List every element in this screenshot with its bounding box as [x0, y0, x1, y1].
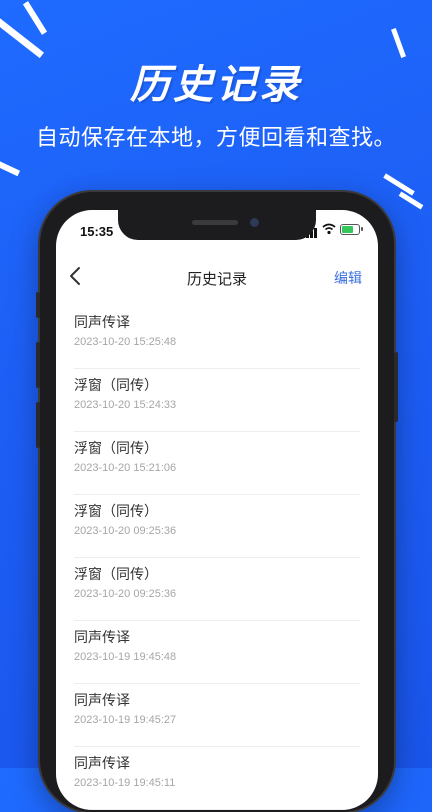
history-row[interactable]: 同声传译 2023-10-19 19:45:48	[74, 621, 360, 684]
record-time: 2023-10-19 19:45:27	[74, 714, 177, 726]
record-time: 2023-10-19 19:45:48	[74, 651, 177, 663]
history-row[interactable]: 浮窗（同传） 2023-10-20 09:25:36	[74, 495, 360, 558]
battery-charging-icon	[340, 224, 363, 235]
history-row[interactable]: 同声传译 2023-10-19 19:45:27	[74, 684, 360, 747]
speaker-grille	[192, 220, 238, 225]
record-title: 浮窗（同传）	[74, 504, 158, 520]
record-time: 2023-10-20 09:25:36	[74, 588, 177, 600]
decor-slash	[22, 1, 48, 35]
record-time: 2023-10-20 15:21:06	[74, 462, 177, 474]
phone-notch	[118, 210, 316, 240]
record-title: 浮窗（同传）	[74, 378, 158, 394]
record-time: 2023-10-20 15:25:48	[74, 336, 177, 348]
app-screen: 15:35 历史记录 编辑 同声传译 2023-10-20 15:25:48 浮…	[56, 210, 378, 810]
phone-side-button	[394, 352, 398, 422]
phone-side-button	[36, 292, 40, 318]
record-title: 同声传译	[74, 756, 130, 772]
phone-side-button	[36, 402, 40, 448]
edit-button[interactable]: 编辑	[334, 268, 362, 288]
decor-slash	[0, 159, 21, 177]
promo-subline: 自动保存在本地，方便回看和查找。	[35, 126, 396, 151]
record-title: 浮窗（同传）	[74, 567, 158, 583]
decor-slash	[383, 173, 415, 196]
promo-headline: 历史记录	[130, 62, 302, 108]
history-row[interactable]: 同声传译 2023-10-20 15:25:48	[74, 306, 360, 369]
record-title: 同声传译	[74, 693, 130, 709]
history-row[interactable]: 浮窗（同传） 2023-10-20 09:25:36	[74, 558, 360, 621]
record-title: 浮窗（同传）	[74, 441, 158, 457]
history-row[interactable]: 同声传译 2023-10-19 19:45:11	[74, 747, 360, 810]
history-row[interactable]: 浮窗（同传） 2023-10-20 15:21:06	[74, 432, 360, 495]
nav-bar: 历史记录 编辑	[56, 258, 378, 298]
phone-frame: 15:35 历史记录 编辑 同声传译 2023-10-20 15:25:48 浮…	[36, 192, 398, 812]
wifi-icon	[322, 223, 336, 238]
page-title: 历史记录	[186, 270, 247, 288]
record-time: 2023-10-19 19:45:11	[74, 777, 176, 789]
history-list: 同声传译 2023-10-20 15:25:48 浮窗（同传） 2023-10-…	[56, 306, 378, 810]
history-row[interactable]: 浮窗（同传） 2023-10-20 15:24:33	[74, 369, 360, 432]
record-time: 2023-10-20 09:25:36	[74, 525, 177, 537]
record-time: 2023-10-20 15:24:33	[74, 399, 177, 411]
record-title: 同声传译	[74, 315, 130, 331]
status-time: 15:35	[80, 224, 114, 239]
phone-side-button	[36, 342, 40, 388]
front-camera	[250, 218, 259, 227]
record-title: 同声传译	[74, 630, 130, 646]
